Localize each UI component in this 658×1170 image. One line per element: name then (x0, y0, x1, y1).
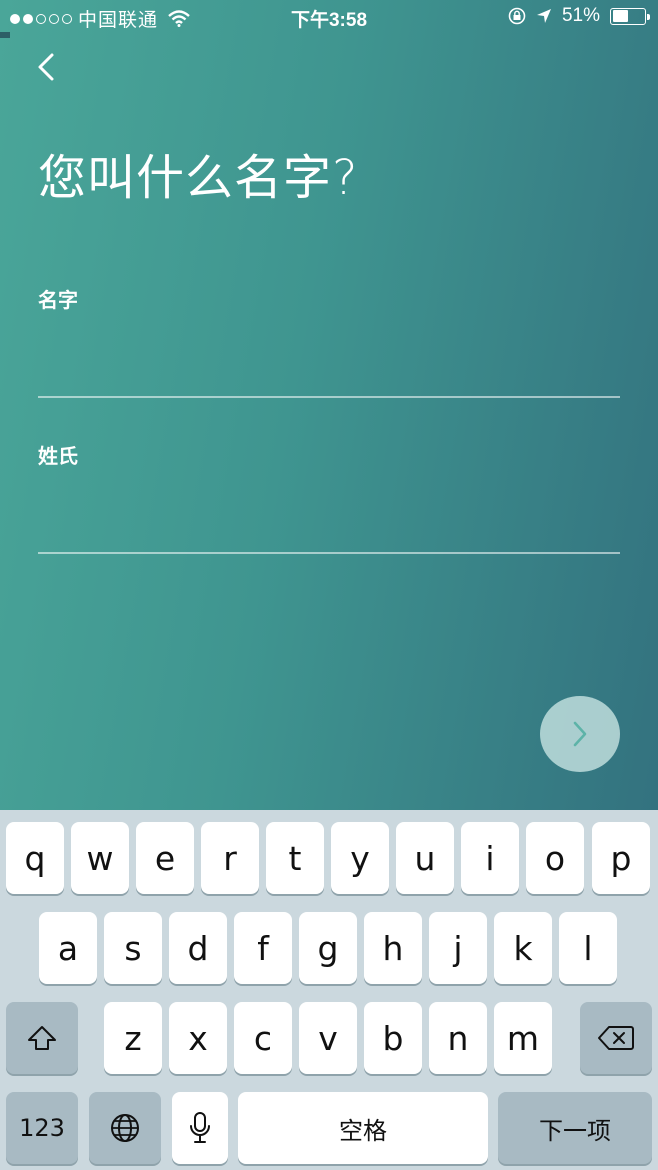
shift-icon (28, 1026, 56, 1050)
key-e[interactable]: e (136, 822, 194, 894)
key-c[interactable]: c (234, 1002, 292, 1074)
key-n[interactable]: n (429, 1002, 487, 1074)
key-d[interactable]: d (169, 912, 227, 984)
key-s[interactable]: s (104, 912, 162, 984)
first-name-input[interactable] (38, 352, 620, 392)
microphone-icon (190, 1112, 210, 1143)
rotation-lock-icon (508, 7, 526, 25)
key-w[interactable]: w (71, 822, 129, 894)
key-f[interactable]: f (234, 912, 292, 984)
last-name-label: 姓氏 (38, 446, 78, 468)
key-o[interactable]: o (526, 822, 584, 894)
key-l[interactable]: l (559, 912, 617, 984)
last-name-input[interactable] (38, 508, 620, 548)
battery-icon (610, 7, 650, 25)
key-p[interactable]: p (592, 822, 650, 894)
battery-fill (612, 10, 629, 22)
corner-mark (0, 32, 10, 38)
first-name-label: 名字 (38, 290, 78, 312)
space-key[interactable]: 空格 (238, 1092, 488, 1164)
location-arrow-icon (536, 9, 551, 23)
back-button[interactable] (34, 50, 62, 86)
delete-key[interactable] (580, 1002, 652, 1074)
key-q[interactable]: q (6, 822, 64, 894)
key-m[interactable]: m (494, 1002, 552, 1074)
shift-key[interactable] (6, 1002, 78, 1074)
microphone-key[interactable] (172, 1092, 228, 1164)
battery-percentage: 51% (561, 5, 600, 26)
last-name-underline (38, 552, 620, 554)
status-right: 51% (508, 5, 650, 27)
chevron-left-icon (38, 53, 54, 81)
key-k[interactable]: k (494, 912, 552, 984)
numbers-key[interactable]: 123 (6, 1092, 78, 1164)
key-g[interactable]: g (299, 912, 357, 984)
first-name-underline (38, 396, 620, 398)
key-z[interactable]: z (104, 1002, 162, 1074)
chevron-right-icon (573, 721, 587, 747)
status-bar: 中国联通 下午3:58 51% (0, 0, 658, 34)
key-i[interactable]: i (461, 822, 519, 894)
key-a[interactable]: a (39, 912, 97, 984)
keyboard: q w e r t y u i o p a s d f g h j k l z … (0, 810, 658, 1170)
globe-key[interactable] (89, 1092, 161, 1164)
key-b[interactable]: b (364, 1002, 422, 1074)
key-x[interactable]: x (169, 1002, 227, 1074)
key-u[interactable]: u (396, 822, 454, 894)
key-j[interactable]: j (429, 912, 487, 984)
key-t[interactable]: t (266, 822, 324, 894)
next-item-key[interactable]: 下一项 (498, 1092, 652, 1164)
page-title: 您叫什么名字? (38, 150, 359, 206)
globe-icon (111, 1114, 139, 1142)
key-y[interactable]: y (331, 822, 389, 894)
screen: 中国联通 下午3:58 51% 您叫什么名字? 名字 姓氏 (0, 0, 658, 810)
next-button[interactable] (540, 696, 620, 772)
key-h[interactable]: h (364, 912, 422, 984)
key-r[interactable]: r (201, 822, 259, 894)
backspace-icon (598, 1026, 634, 1050)
key-v[interactable]: v (299, 1002, 357, 1074)
